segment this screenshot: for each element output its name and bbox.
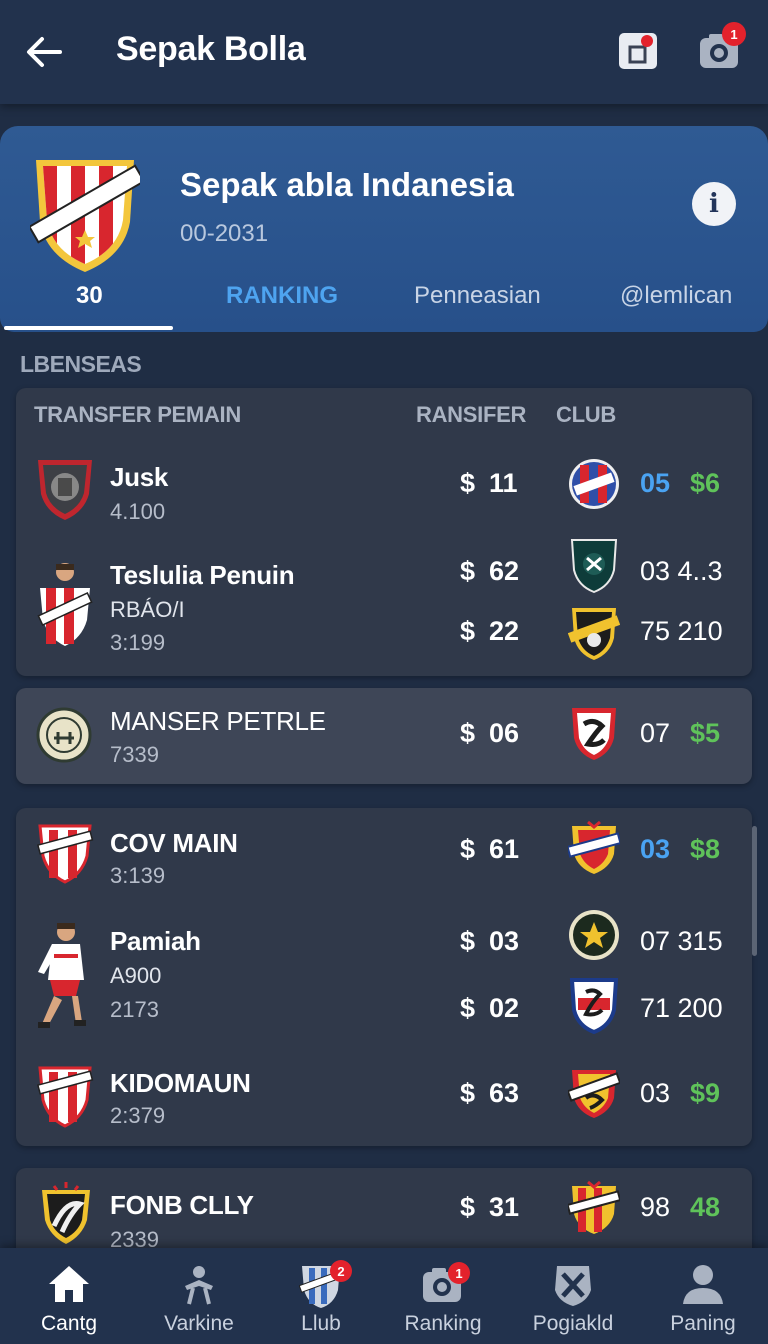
tab-ranking[interactable]: RANKING: [226, 282, 338, 310]
player-meta: 2:379: [110, 1103, 166, 1128]
club-crest-icon: [36, 1180, 96, 1246]
nav-label: Cantg: [40, 1312, 98, 1335]
player-name[interactable]: KIDOMAUN: [110, 1068, 251, 1099]
nav-item-ranking[interactable]: 1 Ranking: [378, 1248, 508, 1344]
scrollbar[interactable]: [752, 826, 757, 956]
club-stat: $5: [690, 718, 721, 748]
club-stat: 75 210: [640, 616, 723, 646]
player-name[interactable]: Jusk: [110, 462, 168, 493]
nav-item-pogiakld[interactable]: Pogiakld: [508, 1248, 638, 1344]
column-header-transfer: RANSIFER: [416, 402, 527, 427]
league-title: Sepak abla Indanesia: [180, 166, 514, 203]
transfer-price: $22: [460, 616, 520, 646]
nav-label: Ranking: [404, 1312, 482, 1335]
transfer-price: $63: [460, 1078, 520, 1108]
club-stat: 07: [640, 718, 671, 748]
club-crest-icon: [568, 704, 620, 762]
nav-item-varkine[interactable]: Varkine: [134, 1248, 264, 1344]
club-stat: 48: [690, 1192, 721, 1222]
club-crest-icon: [36, 704, 92, 766]
transfer-price: $06: [460, 718, 520, 748]
transfer-price: $61: [460, 834, 520, 864]
player-name[interactable]: COV MAIN: [110, 828, 238, 859]
section-title: LBENSEAS: [20, 351, 142, 377]
bottom-navigation: Cantg Varkine 2 Llub 1 Ranking Pogiakld …: [0, 1248, 768, 1344]
nav-item-home[interactable]: Cantg: [4, 1248, 134, 1344]
ball-icon: [555, 1266, 591, 1306]
club-stat: 03: [640, 834, 671, 864]
player-name[interactable]: Teslulia Penuin: [110, 560, 295, 591]
app-title: Sepak Bolla: [116, 30, 306, 68]
nav-item-llub[interactable]: 2 Llub: [256, 1248, 386, 1344]
tab-lemlican[interactable]: @lemlican: [620, 282, 732, 310]
player-name[interactable]: FONB CLLY: [110, 1190, 254, 1221]
calendar-add-icon[interactable]: [616, 28, 660, 72]
player-name[interactable]: MANSER PETRLE: [110, 706, 326, 737]
home-icon: [49, 1266, 89, 1302]
league-crest-icon: [28, 152, 146, 276]
club-crest-icon: [36, 1064, 94, 1128]
column-header-club: CLUB: [556, 402, 616, 427]
club-crest-icon: [566, 1062, 622, 1120]
player-meta: 7339: [110, 742, 159, 767]
club-crest-icon: [568, 976, 620, 1035]
back-arrow-icon[interactable]: [22, 30, 66, 74]
nav-badge: 2: [330, 1260, 352, 1282]
player-photo: [34, 560, 96, 646]
transfer-price: $02: [460, 993, 520, 1023]
club-crest-icon: [568, 906, 620, 964]
notification-badge: 1: [722, 22, 746, 46]
club-crest-icon: [567, 604, 621, 662]
club-crest-icon: [34, 456, 96, 522]
player-meta: A900: [110, 963, 162, 988]
club-stat: 03 4..3: [640, 556, 723, 586]
info-icon[interactable]: i: [692, 182, 736, 226]
tab-penneasian[interactable]: Penneasian: [414, 282, 541, 310]
club-stat: $8: [690, 834, 721, 864]
transfer-price: $11: [460, 468, 518, 498]
player-meta: 3:139: [110, 863, 166, 888]
top-app-bar: Sepak Bolla 1: [0, 0, 768, 104]
nav-label: Paning: [670, 1312, 736, 1335]
player-meta: 4.100: [110, 499, 166, 524]
player-photo: [30, 920, 96, 1032]
nav-label: Pogiakld: [532, 1312, 614, 1335]
club-stat: 05: [640, 468, 671, 498]
club-crest-icon: [568, 455, 620, 513]
club-stat: 98: [640, 1192, 671, 1222]
club-crest-icon: [566, 1178, 622, 1236]
nav-item-paning[interactable]: Paning: [638, 1248, 768, 1344]
club-stat: 07 315: [640, 926, 723, 956]
club-stat: $6: [690, 468, 721, 498]
transfer-price: $31: [460, 1192, 520, 1222]
active-tab-indicator: [4, 326, 173, 330]
club-crest-icon: [568, 536, 620, 594]
nav-label: Llub: [301, 1312, 341, 1335]
tactics-icon: [185, 1266, 213, 1305]
club-stat: $9: [690, 1078, 721, 1108]
transfer-price: $62: [460, 556, 520, 586]
league-season: 00-2031: [180, 220, 269, 247]
nav-label: Varkine: [164, 1312, 234, 1335]
transfer-price: $03: [460, 926, 520, 956]
club-crest-icon: [566, 818, 622, 876]
column-header-player: TRANSFER PEMAIN: [34, 402, 241, 427]
player-name[interactable]: Pamiah: [110, 926, 201, 957]
club-stat: 71 200: [640, 993, 723, 1023]
club-stat: 03: [640, 1078, 671, 1108]
player-meta: RBÁO/I: [110, 597, 185, 622]
tab-30[interactable]: 30: [76, 282, 103, 310]
player-meta: 3:199: [110, 630, 166, 655]
nav-badge: 1: [448, 1262, 470, 1284]
player-meta: 2173: [110, 997, 159, 1022]
club-crest-icon: [36, 822, 94, 884]
profile-icon: [683, 1265, 723, 1304]
